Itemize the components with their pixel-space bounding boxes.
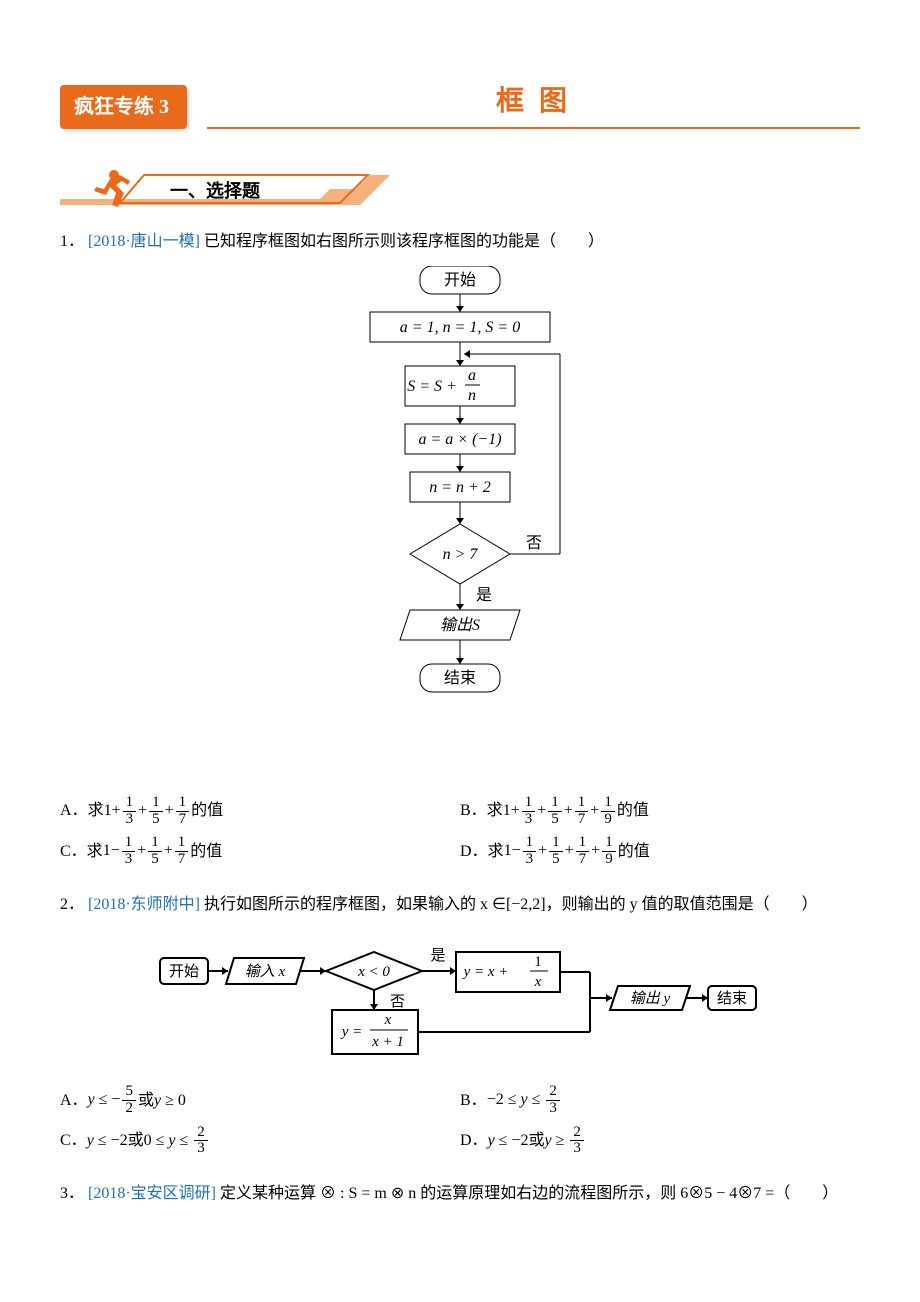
q2-flowchart: 开始 输入 x x < 0 是 y = x + 1 x 否 y = x x + … — [60, 928, 860, 1067]
svg-text:输出S: 输出S — [440, 616, 480, 634]
svg-text:结束: 结束 — [717, 990, 747, 1007]
svg-text:输出 y: 输出 y — [630, 990, 671, 1007]
q2-d-expr2: y ≥ 23 — [545, 1125, 586, 1158]
q2-d-expr: y ≤ −2 — [488, 1128, 529, 1154]
svg-text:y =: y = — [340, 1024, 363, 1040]
practice-badge: 疯狂专练 3 — [60, 85, 187, 129]
q2-b-expr: −2 ≤ y ≤ 23 — [487, 1084, 562, 1117]
q1-b-prefix: B．求 — [460, 798, 503, 824]
q2-c-mid: 或 — [128, 1128, 144, 1154]
section-title: 一、选择题 — [170, 177, 260, 206]
q2-text: 执行如图所示的程序框图，如果输入的 x ∈[−2,2]，则输出的 y 值的取值范… — [204, 896, 818, 913]
page-header: 疯狂专练 3 框 图 — [60, 80, 860, 129]
svg-text:否: 否 — [526, 535, 542, 552]
question-3: 3． [2018·宝安区调研] 定义某种运算 ⊗ : S = m ⊗ n 的运算… — [60, 1181, 860, 1207]
q2-a-expr: y ≤ −52 — [88, 1084, 138, 1117]
svg-text:结束: 结束 — [444, 669, 476, 687]
q1-c-expr: 1−13+15+17 — [103, 835, 191, 868]
q3-text: 定义某种运算 ⊗ : S = m ⊗ n 的运算原理如右边的流程图所示，则 6⊗… — [220, 1185, 838, 1202]
svg-text:开始: 开始 — [444, 271, 476, 289]
q2-d-prefix: D． — [460, 1128, 488, 1154]
q2-option-b[interactable]: B． −2 ≤ y ≤ 23 — [460, 1080, 860, 1121]
q1-flowchart: 开始 a = 1, n = 1, S = 0 S = S + a n a = a… — [60, 266, 860, 775]
q2-option-d[interactable]: D． y ≤ −2 或 y ≥ 23 — [460, 1121, 860, 1162]
q1-b-suffix: 的值 — [617, 798, 649, 824]
q2-a-expr2: y ≥ 0 — [154, 1088, 186, 1114]
q3-number: 3． — [60, 1185, 84, 1202]
question-2: 2． [2018·东师附中] 执行如图所示的程序框图，如果输入的 x ∈[−2,… — [60, 892, 860, 918]
q1-option-a[interactable]: A．求 1+13+15+17 的值 — [60, 791, 460, 832]
q1-d-prefix: D．求 — [460, 839, 504, 865]
q1-d-suffix: 的值 — [618, 839, 650, 865]
svg-text:x + 1: x + 1 — [371, 1034, 404, 1050]
svg-text:y = x +: y = x + — [462, 964, 509, 980]
q1-a-expr: 1+13+15+17 — [104, 795, 192, 828]
svg-text:a = 1, n = 1, S = 0: a = 1, n = 1, S = 0 — [400, 319, 520, 336]
q2-source: [2018·东师附中] — [88, 896, 200, 913]
svg-text:x: x — [384, 1012, 392, 1028]
q2-c-prefix: C． — [60, 1128, 87, 1154]
svg-text:x: x — [534, 974, 542, 990]
svg-text:开始: 开始 — [169, 963, 199, 980]
q1-option-d[interactable]: D．求 1−13+15+17+19 的值 — [460, 831, 860, 872]
svg-text:n = n + 2: n = n + 2 — [429, 479, 491, 496]
q1-c-suffix: 的值 — [190, 839, 222, 865]
q1-c-prefix: C．求 — [60, 839, 103, 865]
q1-number: 1． — [60, 233, 84, 250]
q2-option-a[interactable]: A． y ≤ −52 或 y ≥ 0 — [60, 1080, 460, 1121]
svg-text:是: 是 — [430, 948, 445, 964]
runner-icon — [80, 167, 140, 211]
q1-text: 已知程序框图如右图所示则该程序框图的功能是（ ） — [204, 233, 604, 250]
svg-text:是: 是 — [476, 587, 492, 604]
q1-source: [2018·唐山一模] — [88, 233, 200, 250]
svg-text:n > 7: n > 7 — [443, 546, 479, 563]
q2-d-mid: 或 — [528, 1128, 544, 1154]
svg-text:a: a — [468, 367, 476, 384]
q2-option-c[interactable]: C． y ≤ −2 或 0 ≤ y ≤ 23 — [60, 1121, 460, 1162]
question-1: 1． [2018·唐山一模] 已知程序框图如右图所示则该程序框图的功能是（ ） — [60, 229, 860, 255]
q1-option-c[interactable]: C．求 1−13+15+17 的值 — [60, 831, 460, 872]
q1-option-b[interactable]: B．求 1+13+15+17+19 的值 — [460, 791, 860, 832]
svg-text:1: 1 — [534, 954, 542, 970]
q1-options: A．求 1+13+15+17 的值 B．求 1+13+15+17+19 的值 C… — [60, 791, 860, 872]
svg-text:输入 x: 输入 x — [245, 963, 286, 980]
q2-number: 2． — [60, 896, 84, 913]
q3-source: [2018·宝安区调研] — [88, 1185, 216, 1202]
svg-text:x < 0: x < 0 — [357, 964, 390, 980]
q1-a-suffix: 的值 — [191, 798, 223, 824]
q2-a-prefix: A． — [60, 1088, 88, 1114]
svg-text:S = S +: S = S + — [407, 378, 457, 395]
q2-b-prefix: B． — [460, 1088, 487, 1114]
q2-a-mid: 或 — [138, 1088, 154, 1114]
q2-c-expr2: 0 ≤ y ≤ 23 — [144, 1125, 210, 1158]
svg-text:否: 否 — [390, 994, 405, 1010]
q2-options: A． y ≤ −52 或 y ≥ 0 B． −2 ≤ y ≤ 23 C． y ≤… — [60, 1080, 860, 1161]
section-header: 一、选择题 — [60, 169, 860, 211]
page-title: 框 图 — [207, 80, 860, 129]
q2-c-expr: y ≤ −2 — [87, 1128, 128, 1154]
svg-text:n: n — [468, 387, 476, 404]
q1-d-expr: 1−13+15+17+19 — [504, 835, 618, 868]
svg-text:a = a × (−1): a = a × (−1) — [418, 431, 501, 448]
q1-a-prefix: A．求 — [60, 798, 104, 824]
q1-b-expr: 1+13+15+17+19 — [503, 795, 617, 828]
